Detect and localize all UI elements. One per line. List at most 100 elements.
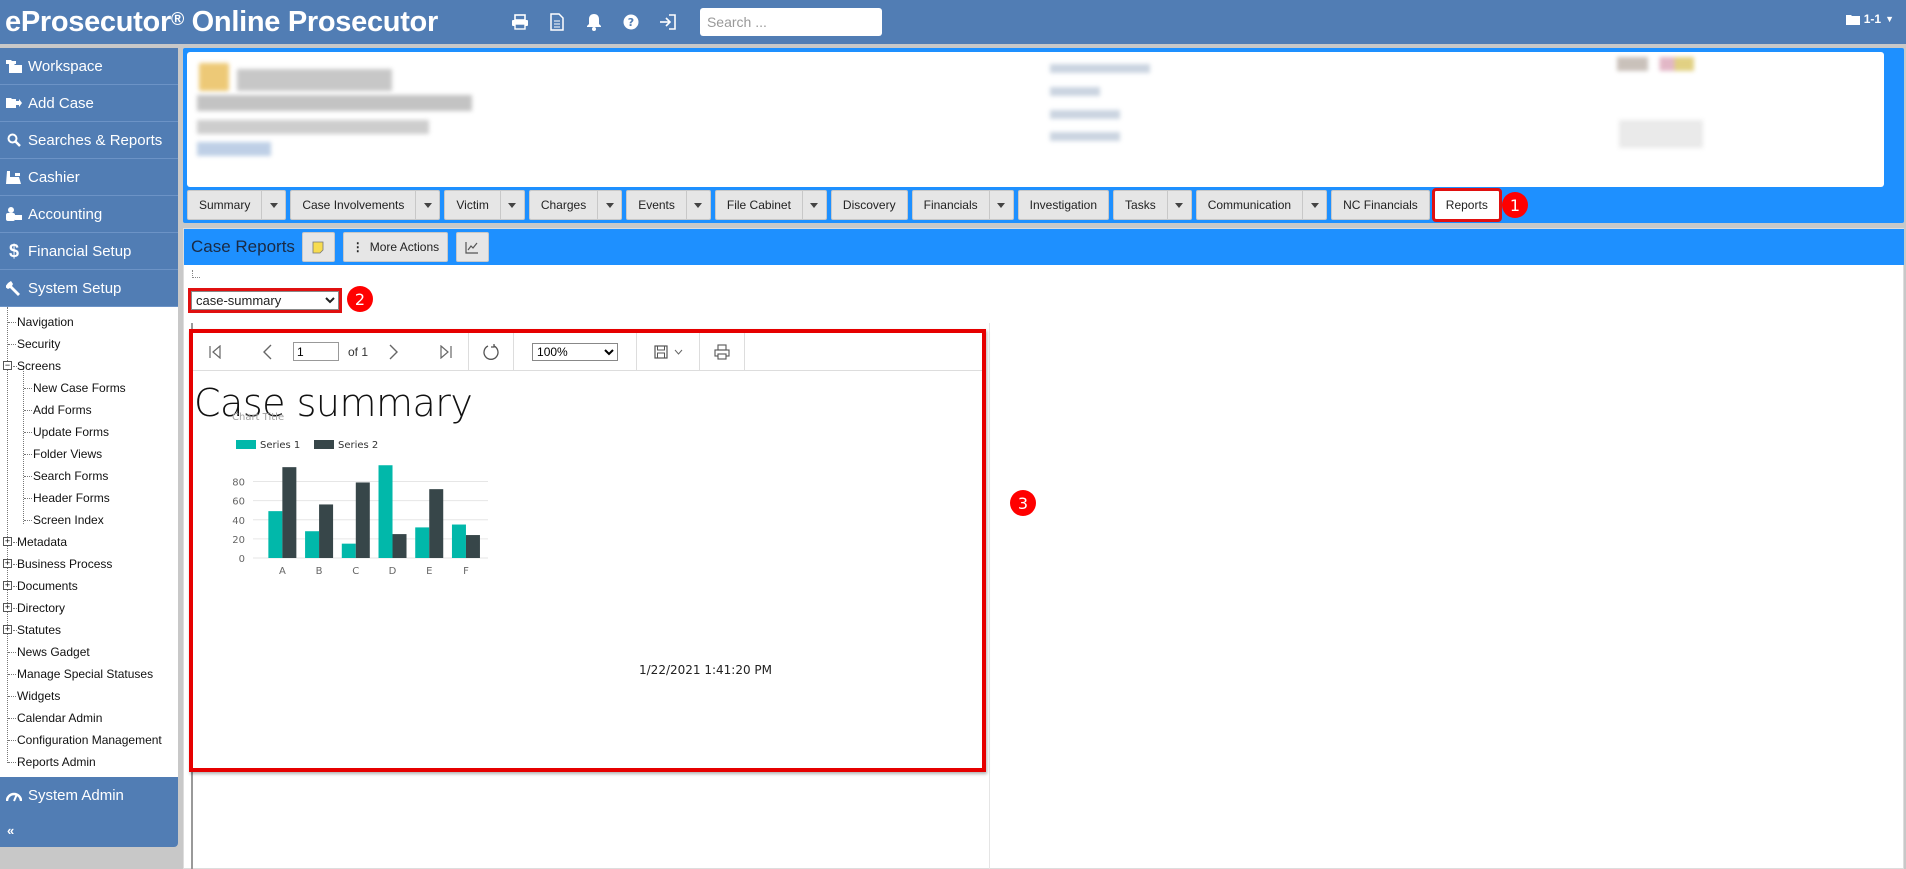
tree-connector [24,476,32,477]
last-page-button[interactable] [424,333,468,371]
tab-tasks[interactable]: Tasks [1113,190,1192,220]
tree-connector [192,270,200,278]
case-title-redacted [237,69,392,91]
tab-nc-financials[interactable]: NC Financials [1331,190,1430,220]
dollar-icon: $ [8,240,19,261]
sidebar-item-accounting[interactable]: Accounting [0,196,178,233]
page-number-input[interactable] [293,342,339,361]
tree-item-statutes[interactable]: + Statutes [0,619,178,641]
tree-connector [24,388,32,389]
tree-item-configuration-management[interactable]: Configuration Management [0,729,178,751]
tab-file-cabinet[interactable]: File Cabinet [714,190,827,220]
tab-reports[interactable]: Reports [1431,188,1502,222]
first-page-button[interactable] [193,333,237,371]
tree-connector [24,520,32,521]
expand-icon[interactable]: + [3,559,12,568]
tree-item-navigation[interactable]: Navigation [0,311,178,333]
tree-item-manage-special-statuses[interactable]: Manage Special Statuses [0,663,178,685]
report-select[interactable]: case-summary [188,288,342,313]
tab-investigation[interactable]: Investigation [1017,190,1110,220]
system-setup-tree: Navigation Security − Screens New Case Forms… [0,307,178,777]
expand-icon[interactable]: + [3,537,12,546]
tree-item-business-process[interactable]: + Business Process [0,553,178,575]
search-input[interactable] [699,8,882,36]
tab-victim[interactable]: Victim [444,190,525,220]
tree-connector [13,630,17,631]
next-page-button[interactable] [372,333,416,371]
legend-swatch-series-1 [236,440,256,449]
expand-icon[interactable]: + [3,581,12,590]
tree-connector [8,344,16,345]
tab-case-involvements[interactable]: Case Involvements [290,190,441,220]
sidebar-item-financial-setup[interactable]: $ Financial Setup [0,233,178,270]
tab-discovery[interactable]: Discovery [830,190,908,220]
document-icon[interactable] [547,12,567,32]
sticky-note-button[interactable] [301,232,335,262]
sidebar-item-system-setup[interactable]: System Setup [0,270,178,307]
zoom-select[interactable]: 100% [532,342,619,361]
collapse-icon[interactable]: − [3,361,12,370]
sidebar-item-workspace[interactable]: Workspace [0,48,178,85]
sidebar-item-system-admin[interactable]: System Admin [0,777,178,814]
tree-item-update-forms[interactable]: Update Forms [0,421,178,443]
expand-icon[interactable]: + [3,603,12,612]
sidebar-item-cashier[interactable]: Cashier [0,159,178,196]
save-icon [653,344,668,359]
tab-dropdown-button[interactable] [1302,191,1326,219]
tree-item-folder-views[interactable]: Folder Views [0,443,178,465]
tree-item-header-forms[interactable]: Header Forms [0,487,178,509]
sign-out-icon[interactable] [658,12,678,32]
export-button[interactable] [637,333,699,371]
tab-dropdown-button[interactable] [261,191,285,219]
tab-communication[interactable]: Communication [1195,190,1328,220]
print-icon[interactable] [510,12,530,32]
tree-connector [13,366,17,367]
tree-item-label: Search Forms [33,469,109,483]
bar-b-series-2 [319,504,334,558]
tree-item-calendar-admin[interactable]: Calendar Admin [0,707,178,729]
tab-financials[interactable]: Financials [911,190,1014,220]
expand-icon[interactable]: + [3,625,12,634]
tab-dropdown-button[interactable] [597,191,621,219]
tree-item-label: Screen Index [33,513,104,527]
tab-dropdown-button[interactable] [1166,191,1191,219]
tree-item-new-case-forms[interactable]: New Case Forms [0,377,178,399]
tree-item-reports-admin[interactable]: Reports Admin [0,751,178,773]
tree-item-metadata[interactable]: + Metadata [0,531,178,553]
more-actions-button[interactable]: ⋮ More Actions [342,232,448,262]
report-viewer: of 1 100% [189,329,986,772]
tree-item-security[interactable]: Security [0,333,178,355]
tree-item-screens[interactable]: − Screens [0,355,178,377]
refresh-button[interactable] [469,333,513,371]
tab-label: Events [638,198,675,212]
help-icon[interactable]: ? [621,12,641,32]
tab-summary[interactable]: Summary [187,190,287,220]
tree-item-label: Metadata [17,535,68,549]
tree-item-news-gadget[interactable]: News Gadget [0,641,178,663]
tree-item-label: Add Forms [33,403,92,417]
collapse-sidebar-button[interactable]: « [0,814,178,847]
tree-item-search-forms[interactable]: Search Forms [0,465,178,487]
bell-icon[interactable] [584,12,604,32]
case-selector[interactable]: 1-1 ▼ [1845,12,1894,26]
tree-item-directory[interactable]: + Directory [0,597,178,619]
sidebar-item-add-case[interactable]: Add Case [0,85,178,122]
tab-dropdown-button[interactable] [685,191,710,219]
bar-e-series-2 [429,489,444,558]
tab-dropdown-button[interactable] [801,191,826,219]
print-report-button[interactable] [700,333,744,371]
tree-item-documents[interactable]: + Documents [0,575,178,597]
tree-item-screen-index[interactable]: Screen Index [0,509,178,531]
tab-events[interactable]: Events [626,190,711,220]
sidebar-item-searches-reports[interactable]: Searches & Reports [0,122,178,159]
tree-item-add-forms[interactable]: Add Forms [0,399,178,421]
chart-button[interactable] [455,232,489,262]
tree-item-label: Header Forms [33,491,110,505]
tree-item-widgets[interactable]: Widgets [0,685,178,707]
tab-charges[interactable]: Charges [528,190,623,220]
previous-page-button[interactable] [245,333,289,371]
tab-dropdown-button[interactable] [499,191,524,219]
tab-dropdown-button[interactable] [415,191,439,219]
tab-dropdown-button[interactable] [988,191,1013,219]
tree-item-label: Calendar Admin [17,711,103,725]
